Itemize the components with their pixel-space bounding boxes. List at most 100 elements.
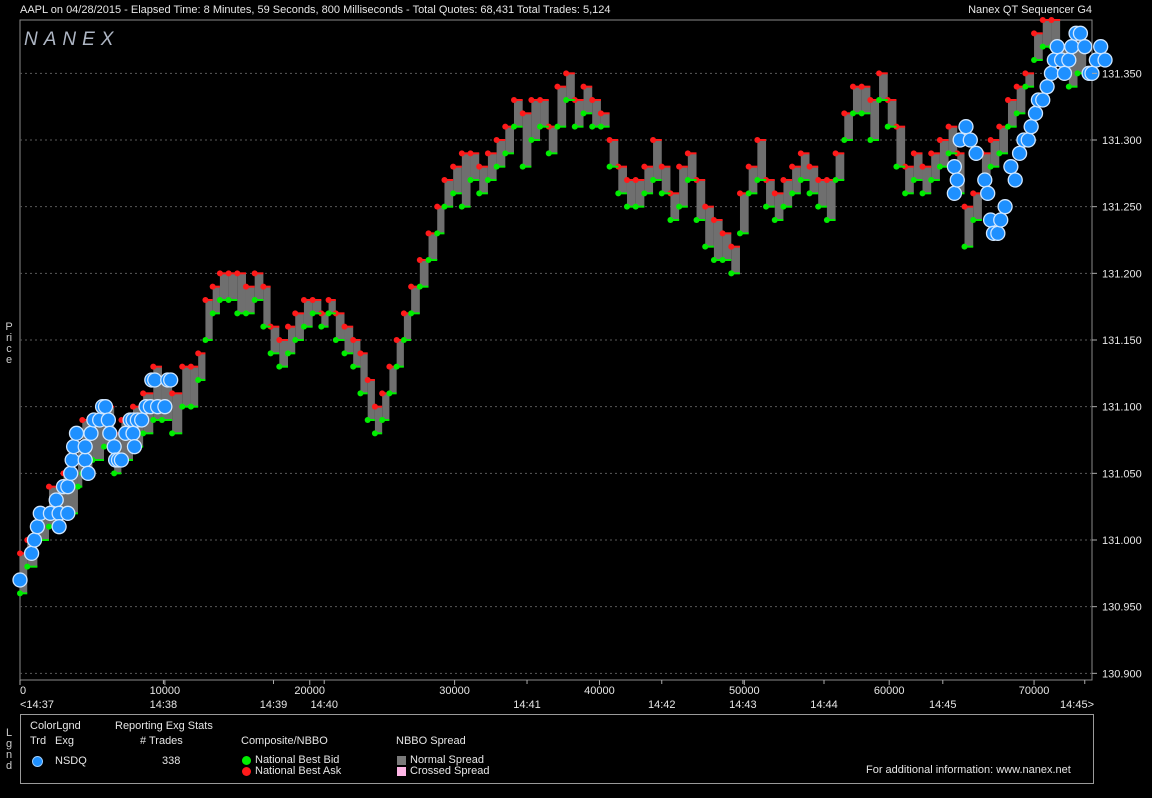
bid-point <box>641 190 648 197</box>
bid-point <box>597 123 604 130</box>
ask-point <box>371 403 378 410</box>
spread-bar <box>389 366 397 394</box>
bid-point <box>318 323 325 330</box>
bid-point <box>416 283 423 290</box>
trade-point <box>63 465 79 481</box>
spread-bar <box>896 126 906 167</box>
ask-point <box>815 177 822 183</box>
ask-point <box>858 83 865 90</box>
trade-point <box>1061 52 1077 68</box>
ask-point <box>519 110 526 117</box>
ask-point <box>876 70 883 77</box>
bid-point <box>493 163 500 170</box>
bid-point <box>309 310 316 317</box>
spread-bar <box>844 113 853 140</box>
ask-point <box>919 163 926 170</box>
bid-point <box>441 203 448 210</box>
spread-bar <box>705 206 714 247</box>
ask-point <box>936 137 943 143</box>
legend-exchange: NSDQ <box>55 755 87 767</box>
bid-point <box>658 190 665 197</box>
bid-point <box>434 230 441 237</box>
spread-bar <box>609 140 619 167</box>
ask-point <box>710 217 717 223</box>
ask-point <box>484 150 491 157</box>
x-tick-label: 30000 <box>439 685 470 697</box>
y-tick-label: 130.950 <box>1102 602 1142 614</box>
bid-point <box>202 337 209 343</box>
spread-bar <box>739 193 749 234</box>
nanex-logo: NANEX <box>24 29 119 50</box>
bid-point <box>528 137 535 143</box>
ask-point <box>416 257 423 263</box>
spread-bar <box>696 180 706 220</box>
spread-bar <box>360 353 368 394</box>
spread-bar <box>653 140 662 180</box>
chart-area: 130.900 130.950 131.000 131.050 131.100 131.1… <box>12 17 1142 711</box>
bid-point <box>893 163 900 170</box>
ask-point <box>606 137 613 143</box>
bid-point <box>763 203 770 210</box>
spread-bar <box>531 100 541 140</box>
bid-point <box>736 230 743 237</box>
bid-point <box>1039 43 1046 50</box>
bid-point <box>961 243 968 250</box>
spread-bar <box>428 233 438 260</box>
ask-point <box>537 97 544 103</box>
bid-point <box>187 403 194 410</box>
spread-bar <box>835 153 845 180</box>
bid-point <box>623 203 630 210</box>
trade-point <box>60 505 76 521</box>
x-tick-label: 50000 <box>729 685 760 697</box>
bid-point <box>292 337 299 343</box>
bid-point <box>285 350 291 357</box>
trade-point <box>68 425 85 441</box>
trade-point <box>80 465 96 481</box>
trade-point <box>23 545 40 561</box>
legend-reporting-label: Reporting Exg Stats <box>115 720 213 732</box>
ask-point <box>400 310 407 317</box>
spread-bar <box>999 126 1008 154</box>
trade-point <box>102 425 118 441</box>
bid-point <box>209 310 216 317</box>
bid-point <box>386 390 393 397</box>
bid-point <box>1004 123 1011 130</box>
trade-point <box>106 439 122 455</box>
trade-point <box>147 372 163 388</box>
ask-point <box>502 123 509 130</box>
y-tick-label: 131.100 <box>1102 402 1142 414</box>
info-link[interactable]: For additional information: www.nanex.ne… <box>866 764 1071 776</box>
time-tick-label: 14:38 <box>150 699 178 711</box>
ask-point <box>357 350 364 357</box>
ask-point <box>140 390 147 397</box>
trade-point <box>1027 105 1044 121</box>
bid-point <box>710 257 717 263</box>
spread-bar <box>964 206 974 247</box>
legend-trades-header: # Trades <box>140 735 183 747</box>
bid-point <box>928 177 935 183</box>
ask-point <box>823 177 830 183</box>
legend-crossed-spread-swatch <box>397 767 406 776</box>
bid-point <box>400 337 407 343</box>
bid-point <box>364 417 371 423</box>
spread-bar <box>679 166 688 207</box>
bid-point <box>902 190 909 197</box>
trade-point <box>100 412 117 428</box>
spread-bar <box>263 286 271 327</box>
time-tick-label: 14:43 <box>729 699 757 711</box>
trade-point <box>990 225 1006 241</box>
bid-point <box>519 163 526 170</box>
trade-point <box>968 145 984 161</box>
bid-point <box>111 470 118 477</box>
trade-point <box>1007 172 1023 188</box>
bid-point <box>216 297 223 303</box>
legend-trades-count: 338 <box>162 755 181 767</box>
ask-point <box>450 163 457 170</box>
trade-point <box>157 399 173 415</box>
bid-point <box>780 203 787 210</box>
ask-point <box>476 163 483 170</box>
bid-point <box>545 150 552 157</box>
ask-point <box>379 390 386 397</box>
ask-point <box>719 230 726 237</box>
ask-point <box>1048 17 1055 23</box>
